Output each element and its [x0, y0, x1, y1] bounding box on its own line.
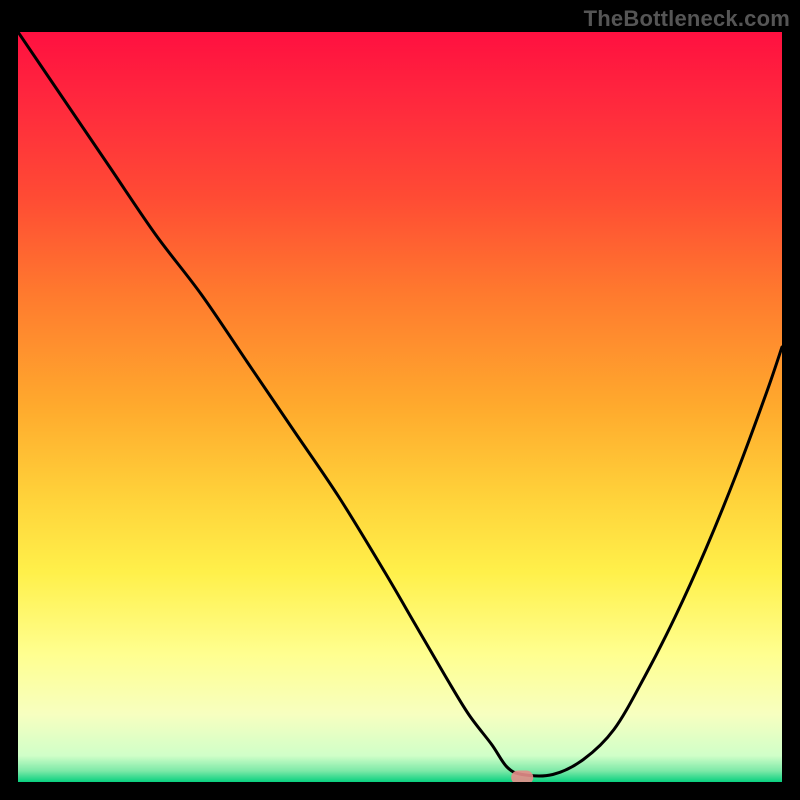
watermark-label: TheBottleneck.com	[584, 6, 790, 32]
gradient-background	[18, 32, 782, 782]
bottleneck-plot	[18, 32, 782, 782]
chart-svg	[18, 32, 782, 782]
markers	[511, 771, 533, 783]
optimal-marker	[511, 771, 533, 783]
chart-frame: TheBottleneck.com	[0, 0, 800, 800]
